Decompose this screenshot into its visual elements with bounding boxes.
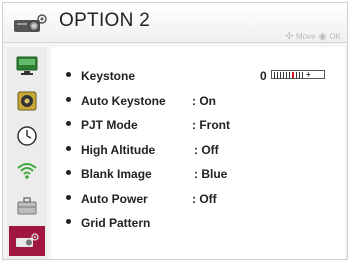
keystone-label: Keystone: [81, 69, 136, 83]
wifi-network-icon: [17, 163, 37, 179]
pjt-mode-value: : Front: [192, 118, 230, 132]
page-title: OPTION 2: [59, 10, 151, 31]
briefcase-option-icon: [17, 197, 37, 215]
slider-tick: [277, 71, 278, 78]
plus-icon: +: [306, 69, 311, 79]
projector-icon: [14, 14, 47, 32]
slider-tick: [289, 71, 290, 78]
slider-tick: [296, 71, 297, 78]
high-altitude-label: High Altitude: [81, 143, 156, 157]
category-sidebar: [7, 47, 47, 259]
menu-header: OPTION 2 ✣ Move ◉ OK: [3, 3, 347, 43]
keystone-slider[interactable]: +: [271, 70, 325, 79]
ok-button-icon: ◉: [318, 31, 327, 41]
slider-tick: [280, 71, 281, 78]
blank-image-value: : Blue: [194, 167, 228, 181]
navigation-hint: ✣ Move ◉ OK: [285, 31, 341, 42]
slider-marker: [292, 71, 294, 78]
hint-ok-label: OK: [329, 32, 341, 41]
grid-pattern-label: Grid Pattern: [81, 216, 151, 230]
high-altitude-value: : Off: [194, 143, 219, 157]
sidebar-item-option[interactable]: [9, 191, 45, 221]
clock-time-icon: [17, 126, 37, 146]
menu-item-grid-pattern[interactable]: Grid Pattern: [51, 216, 345, 234]
keystone-value: 0: [260, 69, 267, 83]
bullet-icon: [66, 72, 71, 77]
sidebar-item-network[interactable]: [9, 156, 45, 186]
menu-item-pjt-mode[interactable]: PJT Mode : Front: [51, 118, 345, 136]
hint-move-label: Move: [296, 32, 316, 41]
auto-power-value: : Off: [192, 192, 217, 206]
bullet-icon: [66, 170, 71, 175]
bullet-icon: [66, 121, 71, 126]
bullet-icon: [66, 146, 71, 151]
sidebar-item-picture[interactable]: [9, 51, 45, 81]
menu-item-auto-keystone[interactable]: Auto Keystone : On: [51, 94, 345, 112]
slider-tick: [299, 71, 300, 78]
slider-tick: [286, 71, 287, 78]
menu-item-keystone[interactable]: Keystone 0 +: [51, 69, 345, 87]
auto-keystone-label: Auto Keystone: [81, 94, 166, 108]
auto-keystone-value: : On: [192, 94, 216, 108]
picture-monitor-icon: [16, 56, 38, 75]
sidebar-item-audio[interactable]: [9, 86, 45, 116]
sidebar-item-time[interactable]: [9, 121, 45, 151]
bullet-icon: [66, 219, 71, 224]
speaker-audio-icon: [17, 91, 37, 111]
blank-image-label: Blank Image: [81, 167, 152, 181]
pjt-mode-label: PJT Mode: [81, 118, 138, 132]
projector-option2-icon: [16, 233, 39, 247]
menu-item-auto-power[interactable]: Auto Power : Off: [51, 192, 345, 210]
menu-item-blank-image[interactable]: Blank Image : Blue: [51, 167, 345, 185]
dpad-icon: ✣: [285, 31, 294, 41]
bullet-icon: [66, 195, 71, 200]
sidebar-item-option2[interactable]: [9, 226, 45, 256]
bullet-icon: [66, 97, 71, 102]
menu-item-high-altitude[interactable]: High Altitude : Off: [51, 143, 345, 161]
auto-power-label: Auto Power: [81, 192, 148, 206]
option2-settings-list: Keystone 0 + Auto Keystone : On PJT Mode…: [51, 47, 345, 259]
slider-tick: [283, 71, 284, 78]
slider-tick: [302, 71, 303, 78]
option2-menu-window: OPTION 2 ✣ Move ◉ OK Keystone 0 + Auto K…: [2, 2, 348, 260]
slider-tick: [274, 71, 275, 78]
